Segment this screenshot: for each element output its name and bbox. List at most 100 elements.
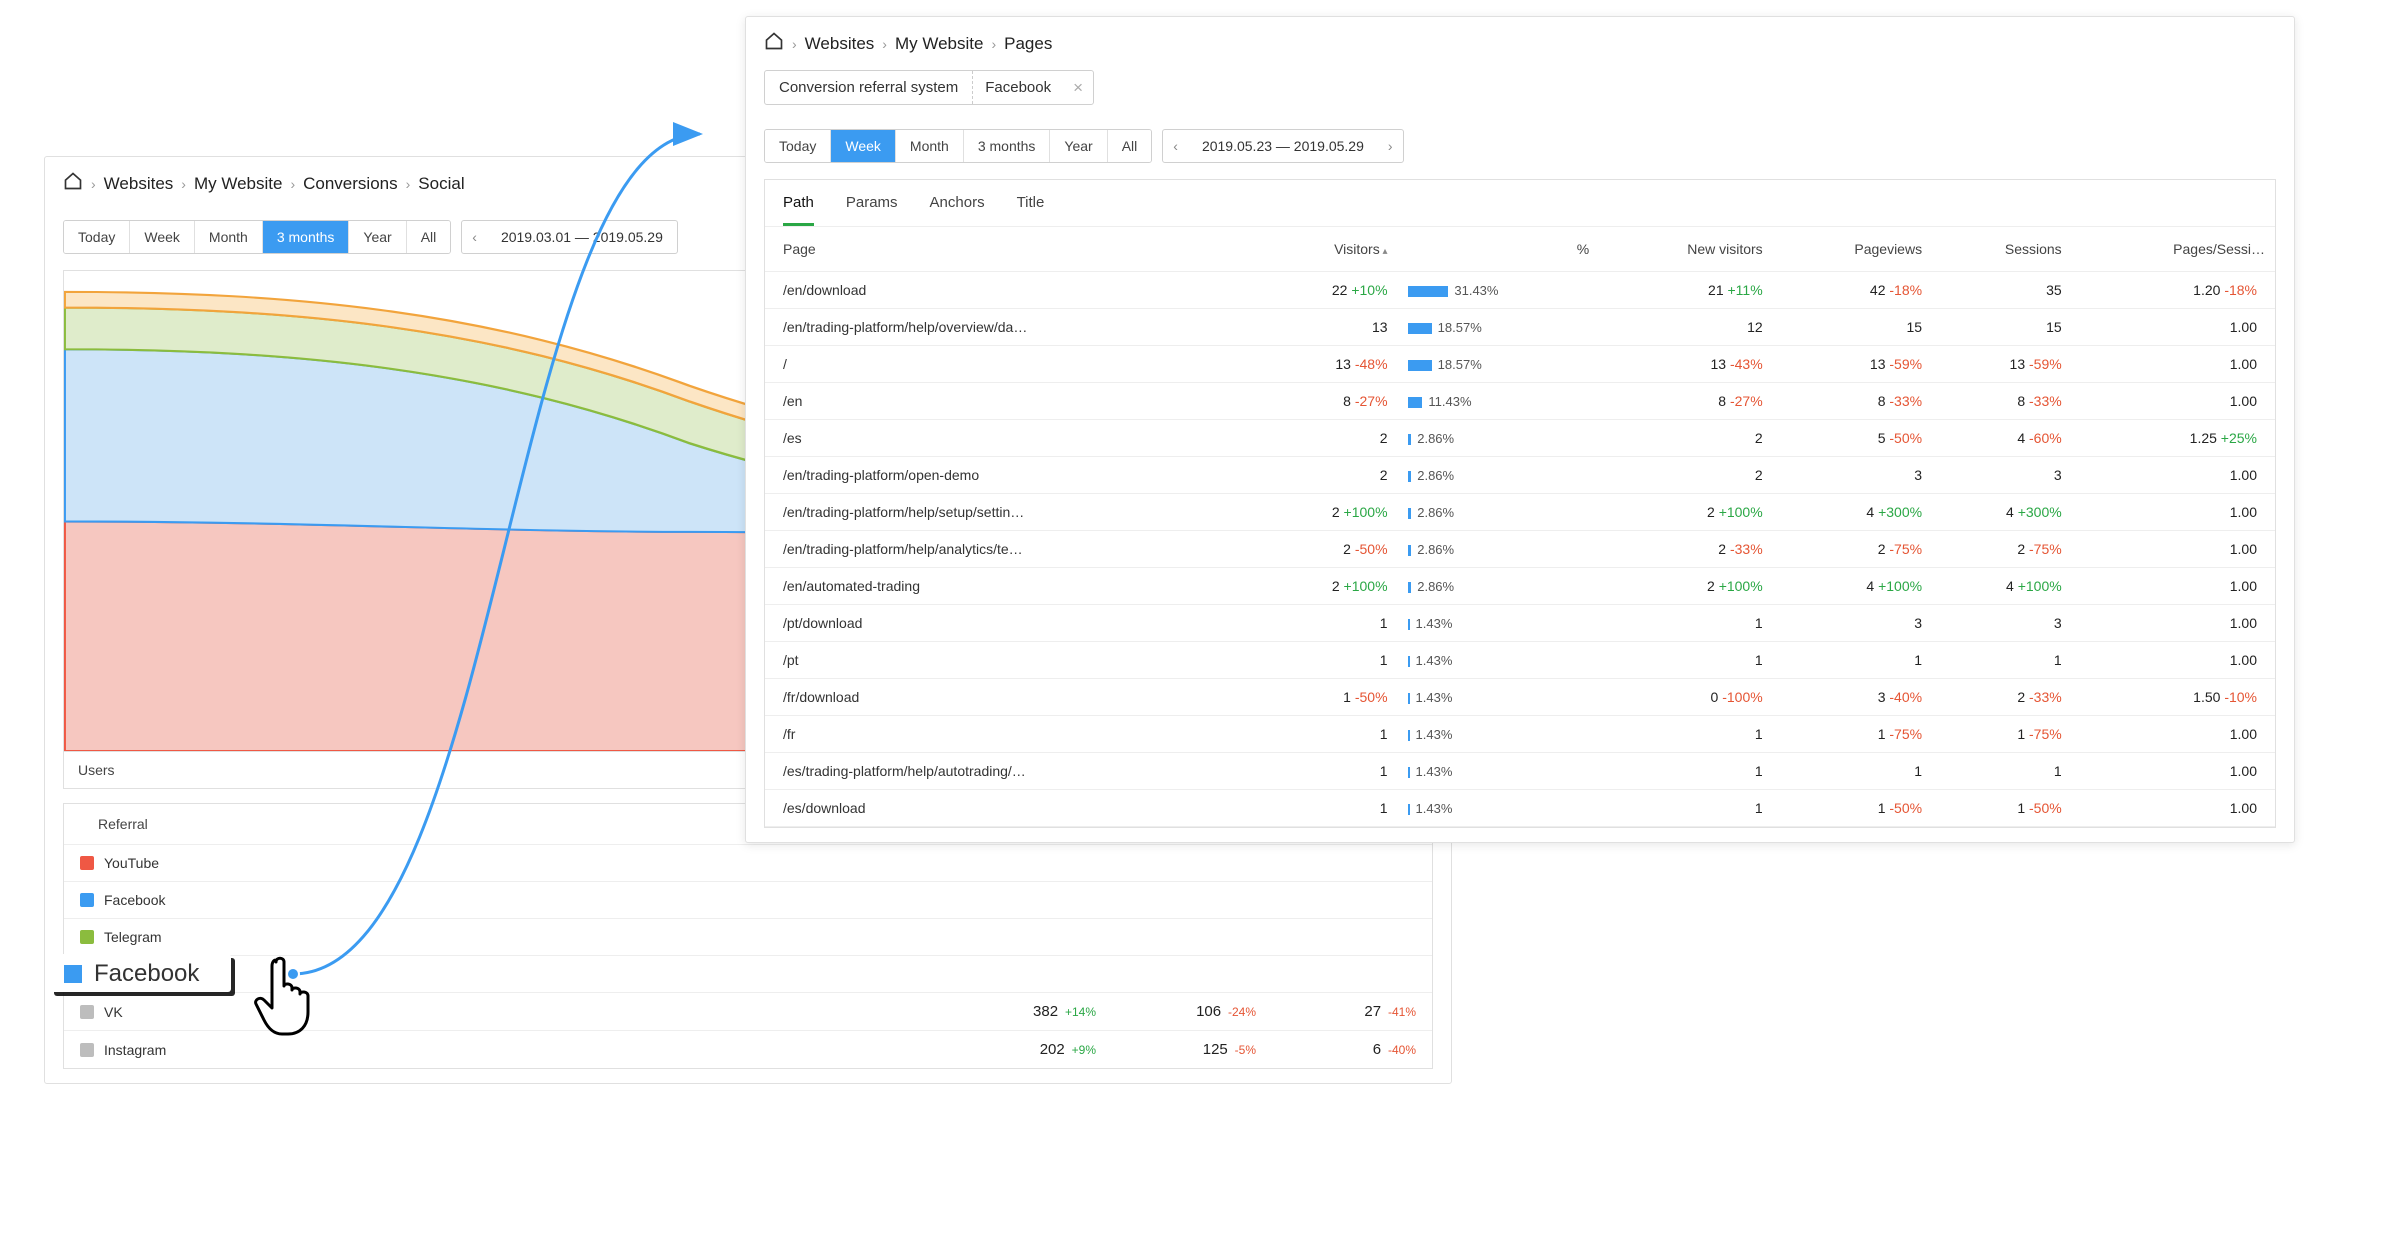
- period-button[interactable]: Week: [129, 221, 194, 253]
- period-selector-row: TodayWeekMonth3 monthsYearAll ‹ 2019.05.…: [746, 119, 2294, 179]
- visitors-cell: 1: [1260, 716, 1398, 753]
- visitors-cell: 1: [1260, 790, 1398, 827]
- home-icon[interactable]: [764, 31, 784, 56]
- chevron-right-icon: ›: [290, 176, 295, 192]
- column-header[interactable]: New visitors: [1599, 227, 1773, 272]
- period-group: TodayWeekMonth3 monthsYearAll: [63, 220, 451, 254]
- column-header[interactable]: %: [1398, 227, 1600, 272]
- period-button[interactable]: 3 months: [262, 221, 349, 253]
- table-row[interactable]: /en/trading-platform/help/analytics/te…2…: [765, 531, 2275, 568]
- pageviews-cell: 1: [1773, 753, 1932, 790]
- table-row[interactable]: /en/trading-platform/open-demo22.86%2331…: [765, 457, 2275, 494]
- date-range-picker[interactable]: ‹ 2019.03.01 — 2019.05.29: [461, 220, 678, 254]
- breadcrumb-item[interactable]: My Website: [194, 174, 283, 194]
- pages-per-session-cell: 1.00: [2072, 457, 2275, 494]
- visitors-cell: 1: [1260, 753, 1398, 790]
- period-button[interactable]: All: [1107, 130, 1152, 162]
- visitors-cell: 1 -50%: [1260, 679, 1398, 716]
- percent-cell: 2.86%: [1398, 494, 1600, 531]
- filter-type-label: Conversion referral system: [765, 71, 973, 104]
- percent-cell: 18.57%: [1398, 346, 1600, 383]
- column-header[interactable]: Sessions: [1932, 227, 2072, 272]
- period-button[interactable]: All: [406, 221, 451, 253]
- new-visitors-cell: 1: [1599, 753, 1773, 790]
- hand-cursor-icon: [252, 952, 322, 1042]
- table-row[interactable]: /fr11.43%11 -75%1 -75%1.00: [765, 716, 2275, 753]
- tab[interactable]: Params: [846, 194, 898, 226]
- pageviews-cell: 13 -59%: [1773, 346, 1932, 383]
- referral-row[interactable]: YouTube: [64, 845, 1432, 882]
- page-path-cell: /en/automated-trading: [765, 568, 1260, 605]
- chevron-left-icon[interactable]: ‹: [462, 223, 487, 251]
- pageviews-cell: 4 +300%: [1773, 494, 1932, 531]
- home-icon[interactable]: [63, 171, 83, 196]
- sessions-cell: 13 -59%: [1932, 346, 2072, 383]
- table-row[interactable]: /es/trading-platform/help/autotrading/…1…: [765, 753, 2275, 790]
- breadcrumb-item[interactable]: Websites: [805, 34, 875, 54]
- table-row[interactable]: /en8 -27%11.43%8 -27%8 -33%8 -33%1.00: [765, 383, 2275, 420]
- table-row[interactable]: /en/download22 +10%31.43%21 +11%42 -18%3…: [765, 272, 2275, 309]
- percent-cell: 18.57%: [1398, 309, 1600, 346]
- period-button[interactable]: 3 months: [963, 130, 1050, 162]
- period-button[interactable]: Week: [830, 130, 895, 162]
- chevron-right-icon: ›: [181, 176, 186, 192]
- color-swatch: [80, 930, 94, 944]
- pageviews-cell: 3: [1773, 605, 1932, 642]
- sessions-cell: 8 -33%: [1932, 383, 2072, 420]
- sessions-cell: 1: [1932, 753, 2072, 790]
- pages-per-session-cell: 1.00: [2072, 531, 2275, 568]
- chevron-left-icon[interactable]: ‹: [1163, 132, 1188, 160]
- table-row[interactable]: /en/automated-trading2 +100%2.86%2 +100%…: [765, 568, 2275, 605]
- column-header[interactable]: Page: [765, 227, 1260, 272]
- pages-per-session-cell: 1.25 +25%: [2072, 420, 2275, 457]
- chevron-right-icon: ›: [991, 36, 996, 52]
- column-header[interactable]: Pages/Sessi…: [2072, 227, 2275, 272]
- table-row[interactable]: /13 -48%18.57%13 -43%13 -59%13 -59%1.00: [765, 346, 2275, 383]
- filter-chip[interactable]: Conversion referral system Facebook ×: [764, 70, 1094, 105]
- table-row[interactable]: /pt/download11.43%1331.00: [765, 605, 2275, 642]
- breadcrumb-item[interactable]: Conversions: [303, 174, 398, 194]
- table-row[interactable]: /fr/download1 -50%1.43%0 -100%3 -40%2 -3…: [765, 679, 2275, 716]
- sessions-cell: 1: [1932, 642, 2072, 679]
- table-row[interactable]: /en/trading-platform/help/overview/da…13…: [765, 309, 2275, 346]
- breadcrumb-item[interactable]: My Website: [895, 34, 984, 54]
- referral-row[interactable]: Telegram: [64, 919, 1432, 956]
- breadcrumb-item[interactable]: Websites: [104, 174, 174, 194]
- pageviews-cell: 3 -40%: [1773, 679, 1932, 716]
- table-row[interactable]: /en/trading-platform/help/setup/settin…2…: [765, 494, 2275, 531]
- period-button[interactable]: Today: [765, 130, 830, 162]
- visitors-cell: 13: [1260, 309, 1398, 346]
- color-swatch: [80, 893, 94, 907]
- new-visitors-cell: 12: [1599, 309, 1773, 346]
- table-row[interactable]: /es22.86%25 -50%4 -60%1.25 +25%: [765, 420, 2275, 457]
- referral-row[interactable]: Facebook: [64, 882, 1432, 919]
- new-visitors-cell: 21 +11%: [1599, 272, 1773, 309]
- referral-name: YouTube: [104, 855, 1416, 871]
- period-button[interactable]: Month: [895, 130, 963, 162]
- page-path-cell: /es: [765, 420, 1260, 457]
- date-range-picker[interactable]: ‹ 2019.05.23 — 2019.05.29 ›: [1162, 129, 1403, 163]
- close-icon[interactable]: ×: [1063, 78, 1093, 98]
- tab[interactable]: Path: [783, 194, 814, 226]
- page-path-cell: /fr: [765, 716, 1260, 753]
- table-row[interactable]: /pt11.43%1111.00: [765, 642, 2275, 679]
- table-row[interactable]: /es/download11.43%11 -50%1 -50%1.00: [765, 790, 2275, 827]
- referral-hover-popup[interactable]: Facebook: [50, 954, 231, 992]
- tab[interactable]: Title: [1017, 194, 1045, 226]
- column-header[interactable]: Pageviews: [1773, 227, 1932, 272]
- chevron-right-icon[interactable]: ›: [1378, 132, 1403, 160]
- breadcrumb: › Websites › My Website › Pages: [746, 17, 2294, 70]
- period-button[interactable]: Year: [348, 221, 405, 253]
- period-button[interactable]: Today: [64, 221, 129, 253]
- referral-name: Facebook: [104, 892, 1416, 908]
- period-button[interactable]: Month: [194, 221, 262, 253]
- period-button[interactable]: Year: [1049, 130, 1106, 162]
- column-header[interactable]: Visitors: [1260, 227, 1398, 272]
- new-visitors-cell: 1: [1599, 642, 1773, 679]
- visitors-cell: 1: [1260, 605, 1398, 642]
- tab[interactable]: Anchors: [930, 194, 985, 226]
- filter-bar: Conversion referral system Facebook ×: [746, 70, 2294, 119]
- chevron-right-icon: ›: [91, 176, 96, 192]
- sessions-cell: 2 -75%: [1932, 531, 2072, 568]
- pageviews-cell: 3: [1773, 457, 1932, 494]
